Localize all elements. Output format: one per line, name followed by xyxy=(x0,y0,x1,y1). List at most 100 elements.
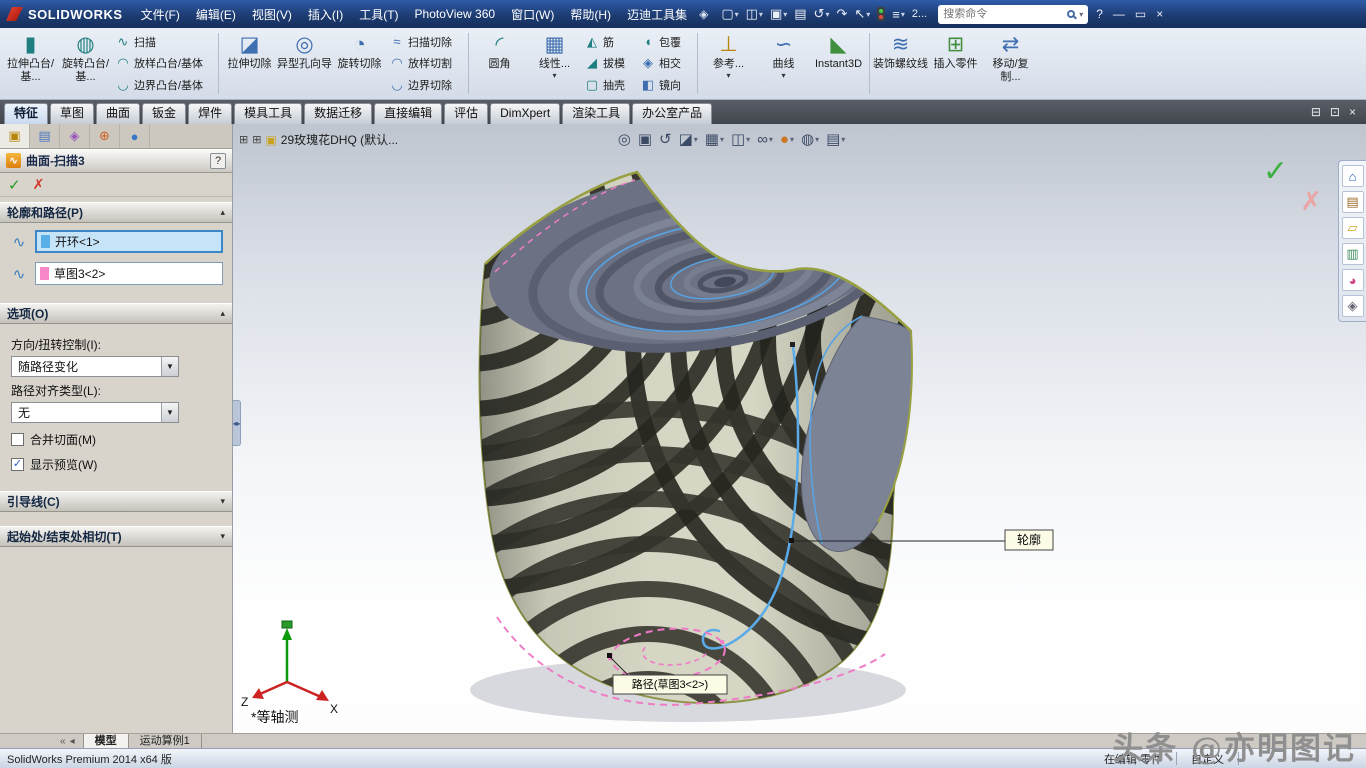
minimize-button[interactable]: — xyxy=(1113,7,1125,21)
hide-show-items-button[interactable]: ∞▾ xyxy=(755,130,775,149)
select-button[interactable]: ↖▾ xyxy=(851,4,873,24)
rebuild-button[interactable] xyxy=(874,5,888,23)
reference-geometry-button[interactable]: ⊥ 参考... ▾ xyxy=(701,30,756,97)
edit-appearance-button[interactable]: ●▾ xyxy=(778,130,796,149)
search-icon[interactable] xyxy=(1067,10,1075,18)
configurationmanager-tab[interactable]: ◈ xyxy=(60,124,90,148)
ok-button[interactable]: ✓ xyxy=(8,176,21,194)
document-minimize-button[interactable]: ⊟ xyxy=(1311,105,1321,119)
tab-weldments[interactable]: 焊件 xyxy=(188,103,232,124)
document-title[interactable]: 29玫瑰花DHQ (默认... xyxy=(281,131,398,148)
path-alignment-dropdown[interactable]: 无 ▼ xyxy=(11,402,179,423)
tree-expand-icon[interactable]: ⊞ xyxy=(252,133,261,146)
boundary-boss-button[interactable]: ◡边界凸台/基体 xyxy=(115,75,213,95)
fl yout-feature-tree[interactable]: ⊞ ⊞ ▣ 29玫瑰花DHQ (默认... xyxy=(239,131,398,148)
tab-evaluate[interactable]: 评估 xyxy=(444,103,488,124)
tab-office-products[interactable]: 办公室产品 xyxy=(632,103,712,124)
sweep-button[interactable]: ∿扫描 xyxy=(115,32,213,52)
extrude-boss-button[interactable]: ▮ 拉伸凸台/基... xyxy=(3,30,58,97)
motion-study-tab[interactable]: 运动算例1 xyxy=(129,734,202,748)
section-guide-curves[interactable]: 引导线(C) ▾ xyxy=(0,491,232,512)
intersect-button[interactable]: ◈相交 xyxy=(640,53,692,73)
open-button[interactable]: ◫▾ xyxy=(743,4,766,24)
document-close-button[interactable]: × xyxy=(1349,105,1356,119)
loft-cut-button[interactable]: ◠放样切割 xyxy=(389,53,463,73)
undo-button[interactable]: ↺▾ xyxy=(811,4,833,24)
tree-expand-icon[interactable]: ⊞ xyxy=(239,133,248,146)
wrap-button[interactable]: ◖包覆 xyxy=(640,32,692,52)
menu-edit[interactable]: 编辑(E) xyxy=(188,2,244,27)
menu-maidi-tools[interactable]: 迈迪工具集 xyxy=(619,2,695,27)
revolve-cut-button[interactable]: ◔ 旋转切除 xyxy=(332,30,387,97)
linear-pattern-button[interactable]: ▦ 线性... ▾ xyxy=(527,30,582,97)
menu-tools[interactable]: 工具(T) xyxy=(351,2,406,27)
path-selection-field[interactable]: 草图3<2> xyxy=(35,262,223,285)
panel-help-button[interactable]: ? xyxy=(210,153,226,169)
zoom-area-button[interactable]: ▣ xyxy=(636,129,654,149)
confirm-cancel-button[interactable]: ✗ xyxy=(1300,186,1322,217)
graphics-viewport[interactable]: 轮廓 路径(草图3<2>) xyxy=(233,124,1366,733)
close-button[interactable]: × xyxy=(1156,7,1163,21)
solidworks-resources-button[interactable]: ⌂ xyxy=(1342,165,1364,187)
extrude-cut-button[interactable]: ◪ 拉伸切除 xyxy=(222,30,277,97)
draft-button[interactable]: ◢拔模 xyxy=(584,53,636,73)
instant3d-button[interactable]: ◣ Instant3D xyxy=(811,30,866,97)
mirror-button[interactable]: ◧镜向 xyxy=(640,75,692,95)
file-explorer-button[interactable]: ▱ xyxy=(1342,217,1364,239)
sweep-cut-button[interactable]: ≈扫描切除 xyxy=(389,32,463,52)
merge-tangent-faces-checkbox[interactable] xyxy=(11,433,24,446)
shell-button[interactable]: ▢抽壳 xyxy=(584,75,636,95)
new-document-button[interactable]: ▢▾ xyxy=(718,4,741,24)
path-top-vertex[interactable] xyxy=(790,342,795,347)
tab-scroll-start-icon[interactable]: « xyxy=(60,736,66,747)
tab-mold-tools[interactable]: 模具工具 xyxy=(234,103,302,124)
previous-view-button[interactable]: ↺ xyxy=(657,129,674,149)
tab-sketch[interactable]: 草图 xyxy=(50,103,94,124)
menu-window[interactable]: 窗口(W) xyxy=(503,2,562,27)
section-view-button[interactable]: ◪▾ xyxy=(677,129,700,149)
maximize-button[interactable]: ▭ xyxy=(1135,7,1146,21)
show-preview-checkbox[interactable]: ✓ xyxy=(11,458,24,471)
boundary-cut-button[interactable]: ◡边界切除 xyxy=(389,75,463,95)
menu-photoview[interactable]: PhotoView 360 xyxy=(407,3,504,25)
save-button[interactable]: ▣▾ xyxy=(767,4,790,24)
cancel-button[interactable]: ✗ xyxy=(33,176,45,193)
hole-wizard-button[interactable]: ◎ 异型孔向导 xyxy=(277,30,332,97)
search-input[interactable] xyxy=(943,8,1063,20)
menu-insert[interactable]: 插入(I) xyxy=(300,2,351,27)
redo-button[interactable]: ↷ xyxy=(833,4,850,24)
custom-properties-button[interactable]: ◈ xyxy=(1342,295,1364,317)
section-options[interactable]: 选项(O) ▴ xyxy=(0,303,232,324)
tab-render-tools[interactable]: 渲染工具 xyxy=(562,103,630,124)
model-tab[interactable]: 模型 xyxy=(83,734,129,748)
model-scene[interactable]: 轮廓 路径(草图3<2>) xyxy=(233,124,1366,733)
search-dropdown-icon[interactable]: ▾ xyxy=(1079,10,1083,19)
appearances-button[interactable]: ◕ xyxy=(1342,269,1364,291)
curves-button[interactable]: ∽ 曲线 ▾ xyxy=(756,30,811,97)
cosmetic-thread-button[interactable]: ≋ 装饰螺纹线 xyxy=(873,30,928,97)
menu-help[interactable]: 帮助(H) xyxy=(562,2,619,27)
apply-scene-button[interactable]: ◍▾ xyxy=(799,129,821,149)
document-restore-button[interactable]: ⊡ xyxy=(1330,105,1340,119)
zoom-fit-button[interactable]: ◎ xyxy=(616,129,633,149)
tab-data-migration[interactable]: 数据迁移 xyxy=(304,103,372,124)
print-button[interactable]: ▤ xyxy=(791,4,809,24)
tab-scroll-left-icon[interactable]: ◂ xyxy=(70,736,75,747)
menu-view[interactable]: 视图(V) xyxy=(244,2,300,27)
insert-part-button[interactable]: ⊞ 插入零件 xyxy=(928,30,983,97)
panel-splitter[interactable]: ◂▸ xyxy=(233,400,241,446)
move-copy-button[interactable]: ⇄ 移动/复制... xyxy=(983,30,1038,97)
featuremanager-tab[interactable]: ▤ xyxy=(30,124,60,148)
section-profile-path[interactable]: 轮廓和路径(P) ▴ xyxy=(0,202,232,223)
confirm-ok-button[interactable]: ✓ xyxy=(1263,154,1288,189)
fillet-button[interactable]: ◜ 圆角 xyxy=(472,30,527,97)
profile-selection-field[interactable]: 开环<1> xyxy=(35,230,223,253)
design-library-button[interactable]: ▤ xyxy=(1342,191,1364,213)
menu-file[interactable]: 文件(F) xyxy=(133,2,188,27)
help-button[interactable]: ? xyxy=(1096,7,1103,21)
rib-button[interactable]: ◭筋 xyxy=(584,32,636,52)
quick-access-overflow[interactable]: 2... xyxy=(909,8,930,20)
view-settings-button[interactable]: ▤▾ xyxy=(824,129,847,149)
view-palette-button[interactable]: ▥ xyxy=(1342,243,1364,265)
view-orientation-button[interactable]: ▦▾ xyxy=(703,129,726,149)
